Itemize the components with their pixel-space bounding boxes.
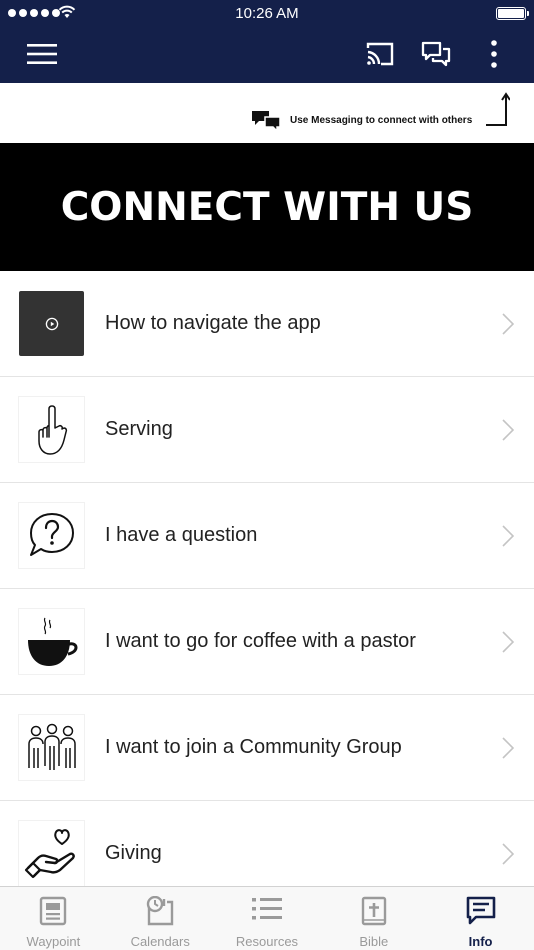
bottom-tab-bar: Waypoint Calendars Resources Bible Info <box>0 886 534 950</box>
tab-label: Calendars <box>130 934 190 949</box>
calendar-icon <box>146 896 174 926</box>
tab-label: Resources <box>235 934 299 949</box>
hint-text: Use Messaging to connect with others <box>290 115 473 126</box>
banner-title: CONNECT WITH US <box>60 184 474 230</box>
list-item-thumbnail <box>19 291 84 356</box>
waypoint-icon <box>40 896 67 926</box>
list-item-navigate-app[interactable]: How to navigate the app <box>0 271 534 377</box>
list-item-thumbnail <box>19 397 84 462</box>
cast-icon <box>366 42 394 66</box>
heart-hand-icon <box>24 828 75 878</box>
list-item-serving[interactable]: Serving <box>0 377 534 483</box>
list-item-thumbnail <box>19 821 84 886</box>
status-time: 10:26 AM <box>235 5 299 22</box>
list-item-label: I want to go for coffee with a pastor <box>105 630 416 652</box>
more-options-button[interactable] <box>474 36 514 72</box>
chevron-right-icon <box>502 525 514 547</box>
tab-calendars[interactable]: Calendars <box>107 887 214 950</box>
tab-label: Info <box>468 934 493 949</box>
raised-hand-icon <box>37 404 67 455</box>
arrow-up-icon <box>484 92 511 133</box>
more-vertical-icon <box>491 40 497 68</box>
play-icon <box>45 317 58 330</box>
list-item-thumbnail <box>19 715 84 780</box>
messaging-button[interactable] <box>416 36 456 72</box>
list-item-label: I want to join a Community Group <box>105 736 402 758</box>
battery-icon <box>496 7 529 20</box>
list-icon <box>251 898 282 920</box>
top-navigation-bar: 10:26 AM <box>0 0 534 83</box>
list-item-label: Serving <box>105 418 173 440</box>
hamburger-icon <box>27 44 57 64</box>
chevron-right-icon <box>502 419 514 441</box>
connect-banner: CONNECT WITH US <box>0 143 534 271</box>
menu-button[interactable] <box>22 36 62 72</box>
tab-resources[interactable]: Resources <box>214 887 321 950</box>
status-bar: 10:26 AM <box>0 0 534 28</box>
messaging-icon <box>421 41 451 67</box>
tab-info[interactable]: Info <box>427 887 534 950</box>
question-bubble-icon <box>29 512 74 556</box>
tab-label: Waypoint <box>26 934 81 949</box>
tab-bible[interactable]: Bible <box>320 887 427 950</box>
list-item-coffee[interactable]: I want to go for coffee with a pastor <box>0 589 534 695</box>
tab-label: Bible <box>359 934 389 949</box>
list-item-label: I have a question <box>105 524 258 546</box>
chevron-right-icon <box>502 313 514 335</box>
cast-button[interactable] <box>360 36 400 72</box>
chevron-right-icon <box>502 843 514 865</box>
bible-icon <box>361 896 386 926</box>
info-chat-icon <box>466 896 495 925</box>
list-item-label: How to navigate the app <box>105 312 321 334</box>
tab-waypoint[interactable]: Waypoint <box>0 887 107 950</box>
list-item-thumbnail <box>19 609 84 674</box>
group-people-icon <box>27 723 76 770</box>
chat-bubbles-icon <box>251 110 281 137</box>
list-item-thumbnail <box>19 503 84 568</box>
chevron-right-icon <box>502 631 514 653</box>
list-item-question[interactable]: I have a question <box>0 483 534 589</box>
list-item-community-group[interactable]: I want to join a Community Group <box>0 695 534 801</box>
coffee-cup-icon <box>27 617 77 666</box>
list-item-label: Giving <box>105 842 162 864</box>
connect-list: How to navigate the app Serving I have a… <box>0 271 534 907</box>
chevron-right-icon <box>502 737 514 759</box>
